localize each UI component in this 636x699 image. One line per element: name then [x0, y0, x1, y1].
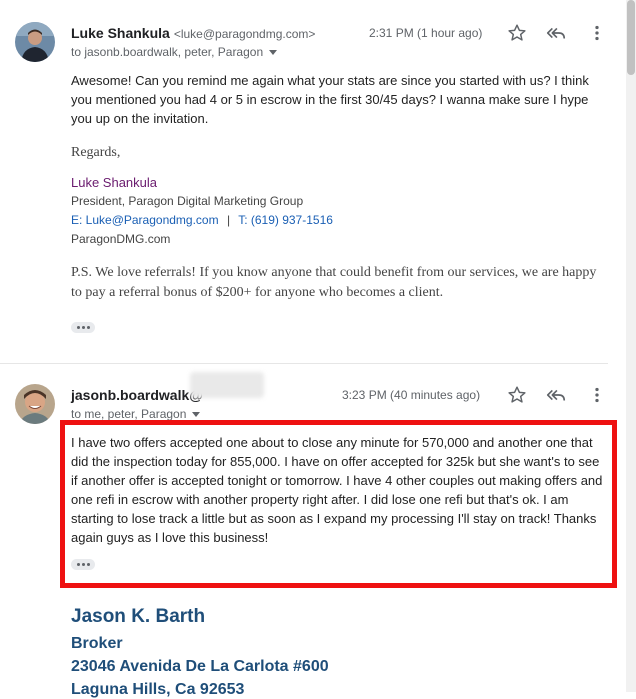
- reply-all-icon[interactable]: [545, 384, 567, 406]
- body-line: Awesome! Can you remind me again what yo…: [71, 73, 589, 88]
- postscript: P.S. We love referrals! If you know anyo…: [71, 263, 611, 303]
- signature-email-link[interactable]: E: Luke@Paragondmg.com: [71, 213, 219, 227]
- message-body: I have two offers accepted one about to …: [71, 433, 611, 547]
- body-line: if another offer is accepted tonight or …: [71, 473, 603, 488]
- regards: Regards,: [71, 145, 121, 160]
- signature-separator: |: [226, 213, 231, 227]
- redacted-email: [190, 372, 264, 398]
- avatar[interactable]: [15, 384, 55, 424]
- signature-contact: E: Luke@Paragondmg.com | T: (619) 937-15…: [71, 211, 611, 230]
- timestamp: 2:31 PM (1 hour ago): [369, 26, 483, 40]
- body-line: did the inspection today for 855,000. I …: [71, 454, 600, 469]
- body-line: starting to lose track a little but as s…: [71, 511, 597, 526]
- body-line: again guys as I love this business!: [71, 530, 269, 545]
- body-line: I have two offers accepted one about to …: [71, 435, 593, 450]
- recipients[interactable]: to jasonb.boardwalk, peter, Paragon: [71, 45, 278, 59]
- show-trimmed-content-button[interactable]: [71, 322, 95, 333]
- signature-title: President, Paragon Digital Marketing Gro…: [71, 194, 304, 208]
- avatar[interactable]: [15, 22, 55, 62]
- signature-phone-link[interactable]: T: (619) 937-1516: [238, 213, 333, 227]
- sender-name[interactable]: jasonb.boardwalk@: [71, 387, 203, 403]
- broker-address-line1: 23046 Avenida De La Carlota #600: [71, 658, 329, 675]
- ps-line: P.S. We love referrals! If you know anyo…: [71, 265, 597, 280]
- broker-address-line2: Laguna Hills, Ca 92653: [71, 681, 245, 698]
- scrollbar[interactable]: [626, 0, 636, 692]
- chevron-down-icon[interactable]: [269, 50, 278, 56]
- body-line: you up on the invitation.: [71, 111, 209, 126]
- chevron-down-icon[interactable]: [192, 412, 201, 418]
- reply-all-icon[interactable]: [545, 22, 567, 44]
- timestamp: 3:23 PM (40 minutes ago): [342, 388, 481, 402]
- message-divider: [0, 363, 608, 364]
- broker-name: Jason K. Barth: [71, 606, 206, 627]
- sender-line: Luke Shankula <luke@paragondmg.com>: [71, 25, 315, 41]
- more-vert-icon[interactable]: [586, 22, 608, 44]
- more-vert-icon[interactable]: [586, 384, 608, 406]
- body-line: one refi in escrow with another property…: [71, 492, 569, 507]
- sender-email: <luke@paragondmg.com>: [173, 27, 316, 41]
- body-line: you mentioned you had 4 or 5 in escrow i…: [71, 92, 589, 107]
- star-icon[interactable]: [506, 22, 528, 44]
- sender-name[interactable]: Luke Shankula: [71, 25, 170, 41]
- signature: Luke Shankula President, Paragon Digital…: [71, 173, 611, 249]
- signature-website[interactable]: ParagonDMG.com: [71, 230, 611, 249]
- ps-line: to pay a referral bonus of $200+ for any…: [71, 285, 444, 300]
- star-icon[interactable]: [506, 384, 528, 406]
- broker-role: Broker: [71, 635, 123, 652]
- recipients-text: to jasonb.boardwalk, peter, Paragon: [71, 45, 264, 59]
- recipients[interactable]: to me, peter, Paragon: [71, 407, 201, 421]
- recipients-text: to me, peter, Paragon: [71, 407, 187, 421]
- message-body: Awesome! Can you remind me again what yo…: [71, 71, 611, 128]
- show-trimmed-content-button[interactable]: [71, 559, 95, 570]
- scrollbar-thumb[interactable]: [627, 0, 635, 75]
- sender-line: jasonb.boardwalk@: [71, 387, 203, 403]
- signature-name: Luke Shankula: [71, 175, 158, 190]
